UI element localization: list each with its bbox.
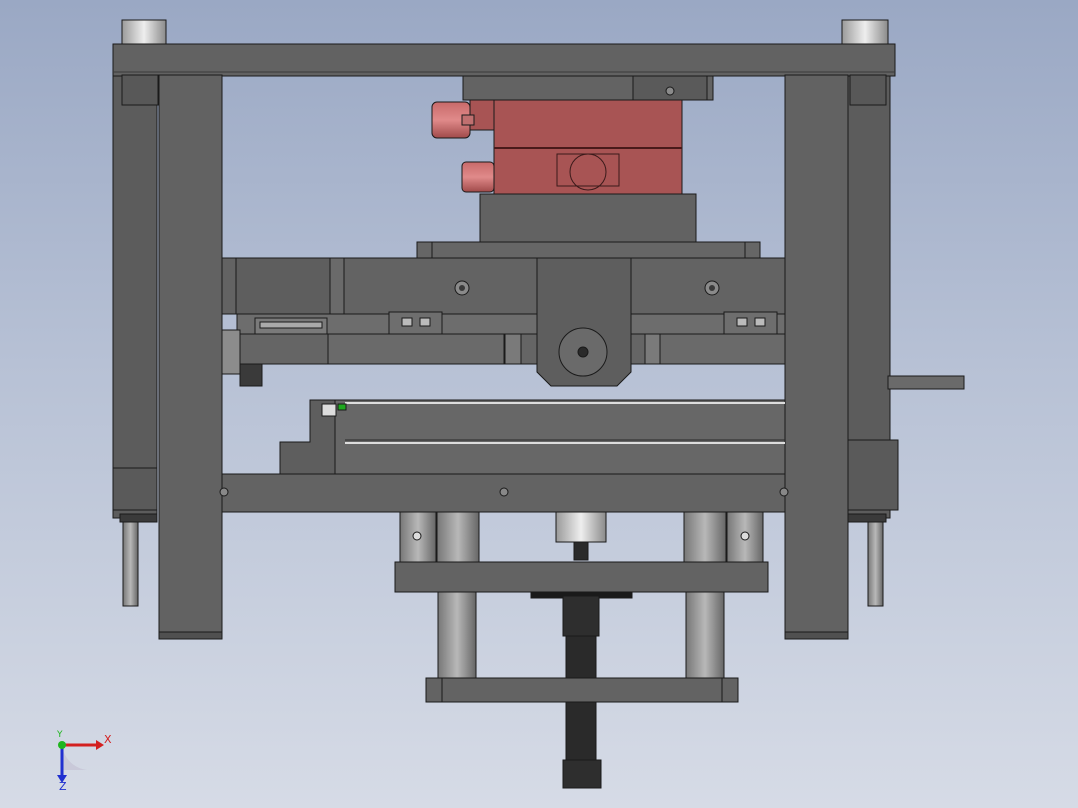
red-knob-lower [461, 161, 495, 193]
top-beam [112, 43, 896, 77]
top-cap-left [121, 19, 167, 47]
cylinder-body [562, 595, 600, 637]
left-column [158, 74, 223, 639]
rail-block-left [388, 311, 443, 335]
left-side-plate [112, 74, 158, 519]
y-axis-label: Y [57, 730, 63, 740]
top-cap-right [841, 19, 889, 47]
status-led [337, 403, 347, 411]
y-axis-dot [58, 741, 66, 749]
red-slide-lower [493, 147, 683, 195]
lower-plate-2 [425, 677, 739, 703]
right-column [784, 74, 849, 639]
red-slide-upper [493, 99, 683, 149]
lower-plate-1 [394, 561, 769, 593]
axis-triad [57, 740, 104, 783]
left-rod [122, 519, 139, 607]
cad-viewport[interactable]: X Y Z [0, 0, 1078, 808]
machine-assembly-drawing [57, 19, 965, 789]
right-rod [867, 519, 884, 607]
rail-block-right [723, 311, 778, 335]
linear-module [334, 399, 786, 475]
x-axis-label: X [104, 733, 112, 746]
side-handle [887, 375, 965, 390]
mounting-block [479, 193, 697, 243]
z-axis-label: Z [59, 780, 67, 793]
